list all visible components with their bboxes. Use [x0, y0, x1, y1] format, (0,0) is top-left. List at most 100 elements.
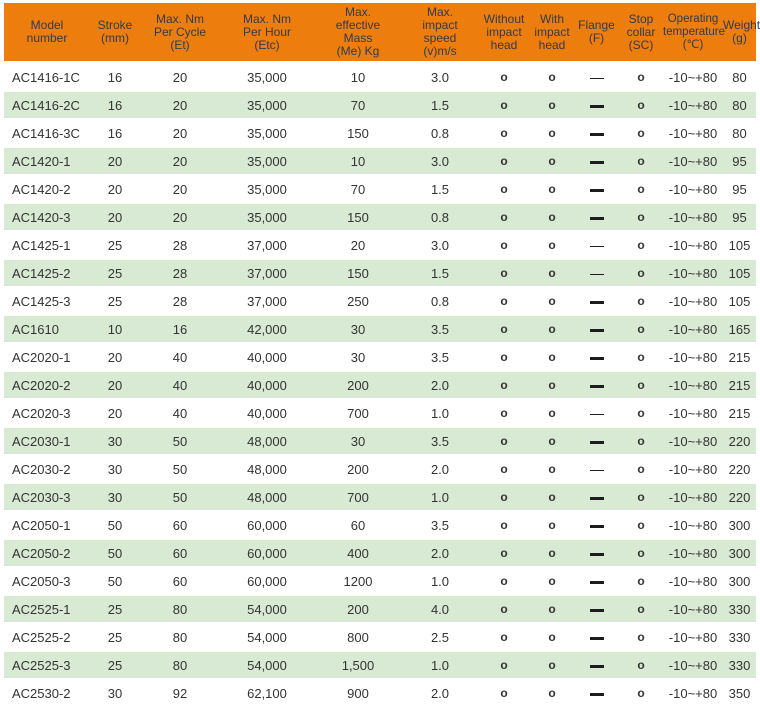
cell-stop: o — [619, 679, 663, 708]
cell-mass: 1200 — [314, 567, 402, 596]
cell-with: o — [530, 455, 574, 484]
cell-weight: 330 — [723, 623, 756, 652]
cell-temp: -10~+80 — [663, 287, 723, 316]
cell-stroke: 25 — [90, 595, 140, 624]
table-row: AC2020-1 20 40 40,000 30 3.5 o o o -10~+80 215 — [4, 343, 756, 372]
cell-weight: 80 — [723, 91, 756, 120]
cell-speed: 0.8 — [402, 203, 478, 232]
cell-etc: 48,000 — [220, 483, 314, 512]
cell-mass: 200 — [314, 455, 402, 484]
cell-weight: 80 — [723, 119, 756, 148]
cell-speed: 1.0 — [402, 567, 478, 596]
cell-stop: o — [619, 175, 663, 204]
cell-et: 28 — [140, 287, 220, 316]
cell-stroke: 20 — [90, 147, 140, 176]
cell-with: o — [530, 539, 574, 568]
cell-mass: 70 — [314, 91, 402, 120]
cell-weight: 165 — [723, 315, 756, 344]
flange-dash-icon — [589, 384, 604, 388]
cell-et: 40 — [140, 399, 220, 428]
spec-table-header: Model number Stroke (mm) Max. Nm Per Cycle… — [4, 3, 760, 64]
cell-speed: 1.5 — [402, 175, 478, 204]
cell-model: AC2050-3 — [4, 567, 90, 596]
cell-weight: 80 — [723, 62, 756, 92]
cell-mass: 400 — [314, 539, 402, 568]
cell-et: 60 — [140, 539, 220, 568]
cell-mass: 150 — [314, 119, 402, 148]
cell-et: 80 — [140, 623, 220, 652]
cell-et: 40 — [140, 343, 220, 372]
cell-stroke: 25 — [90, 623, 140, 652]
flange-dash-icon — [589, 692, 604, 696]
cell-with: o — [530, 399, 574, 428]
cell-et: 20 — [140, 91, 220, 120]
cell-stroke: 20 — [90, 175, 140, 204]
cell-with: o — [530, 427, 574, 456]
table-row: AC2020-3 20 40 40,000 700 1.0 o o o -10~+80 215 — [4, 399, 756, 428]
column-header-stroke: Stroke (mm) — [90, 3, 140, 64]
cell-etc: 60,000 — [220, 539, 314, 568]
cell-etc: 37,000 — [220, 259, 314, 288]
cell-temp: -10~+80 — [663, 62, 723, 92]
flange-dash-icon — [589, 273, 604, 275]
column-header-flange: Flange (F) — [574, 3, 619, 64]
cell-model: AC1420-1 — [4, 147, 90, 176]
cell-temp: -10~+80 — [663, 147, 723, 176]
cell-flange — [574, 679, 619, 708]
cell-speed: 2.0 — [402, 679, 478, 708]
cell-stroke: 30 — [90, 455, 140, 484]
cell-stop: o — [619, 259, 663, 288]
cell-weight: 95 — [723, 203, 756, 232]
cell-speed: 3.5 — [402, 511, 478, 540]
table-row: AC2030-1 30 50 48,000 30 3.5 o o o -10~+80 220 — [4, 427, 756, 456]
cell-with: o — [530, 679, 574, 708]
cell-speed: 3.5 — [402, 427, 478, 456]
cell-without: o — [478, 483, 530, 512]
cell-model: AC1420-2 — [4, 175, 90, 204]
flange-dash-icon — [589, 552, 604, 556]
cell-temp: -10~+80 — [663, 315, 723, 344]
cell-without: o — [478, 119, 530, 148]
cell-speed: 3.0 — [402, 147, 478, 176]
cell-stroke: 25 — [90, 259, 140, 288]
table-row: AC1425-2 25 28 37,000 150 1.5 o o o -10~+80 105 — [4, 259, 756, 288]
cell-weight: 220 — [723, 483, 756, 512]
cell-model: AC1416-3C — [4, 119, 90, 148]
cell-without: o — [478, 147, 530, 176]
cell-temp: -10~+80 — [663, 651, 723, 680]
cell-weight: 300 — [723, 511, 756, 540]
cell-model: AC2020-2 — [4, 371, 90, 400]
table-row: AC2030-2 30 50 48,000 200 2.0 o o o -10~+80 220 — [4, 455, 756, 484]
column-header-with: With impact head — [530, 3, 574, 64]
table-row: AC1425-3 25 28 37,000 250 0.8 o o o -10~+80 105 — [4, 287, 756, 316]
cell-etc: 40,000 — [220, 343, 314, 372]
cell-et: 60 — [140, 567, 220, 596]
cell-stop: o — [619, 427, 663, 456]
cell-without: o — [478, 567, 530, 596]
cell-temp: -10~+80 — [663, 455, 723, 484]
cell-etc: 62,100 — [220, 679, 314, 708]
header-row: Model number Stroke (mm) Max. Nm Per Cycle… — [4, 3, 760, 64]
cell-mass: 200 — [314, 595, 402, 624]
spec-table-wrapper: Model number Stroke (mm) Max. Nm Per Cycle… — [0, 0, 760, 708]
cell-without: o — [478, 231, 530, 260]
column-header-speed: Max. impact speed (v)m/s — [402, 3, 478, 64]
flange-dash-icon — [589, 300, 604, 304]
cell-flange — [574, 651, 619, 680]
cell-mass: 30 — [314, 427, 402, 456]
cell-stroke: 30 — [90, 483, 140, 512]
cell-without: o — [478, 259, 530, 288]
cell-with: o — [530, 651, 574, 680]
flange-dash-icon — [589, 356, 604, 360]
cell-weight: 350 — [723, 679, 756, 708]
cell-flange — [574, 203, 619, 232]
cell-speed: 1.5 — [402, 259, 478, 288]
cell-mass: 10 — [314, 62, 402, 92]
cell-without: o — [478, 343, 530, 372]
cell-with: o — [530, 287, 574, 316]
cell-without: o — [478, 203, 530, 232]
flange-dash-icon — [589, 160, 604, 164]
flange-dash-icon — [589, 77, 604, 79]
cell-with: o — [530, 567, 574, 596]
flange-dash-icon — [589, 216, 604, 220]
